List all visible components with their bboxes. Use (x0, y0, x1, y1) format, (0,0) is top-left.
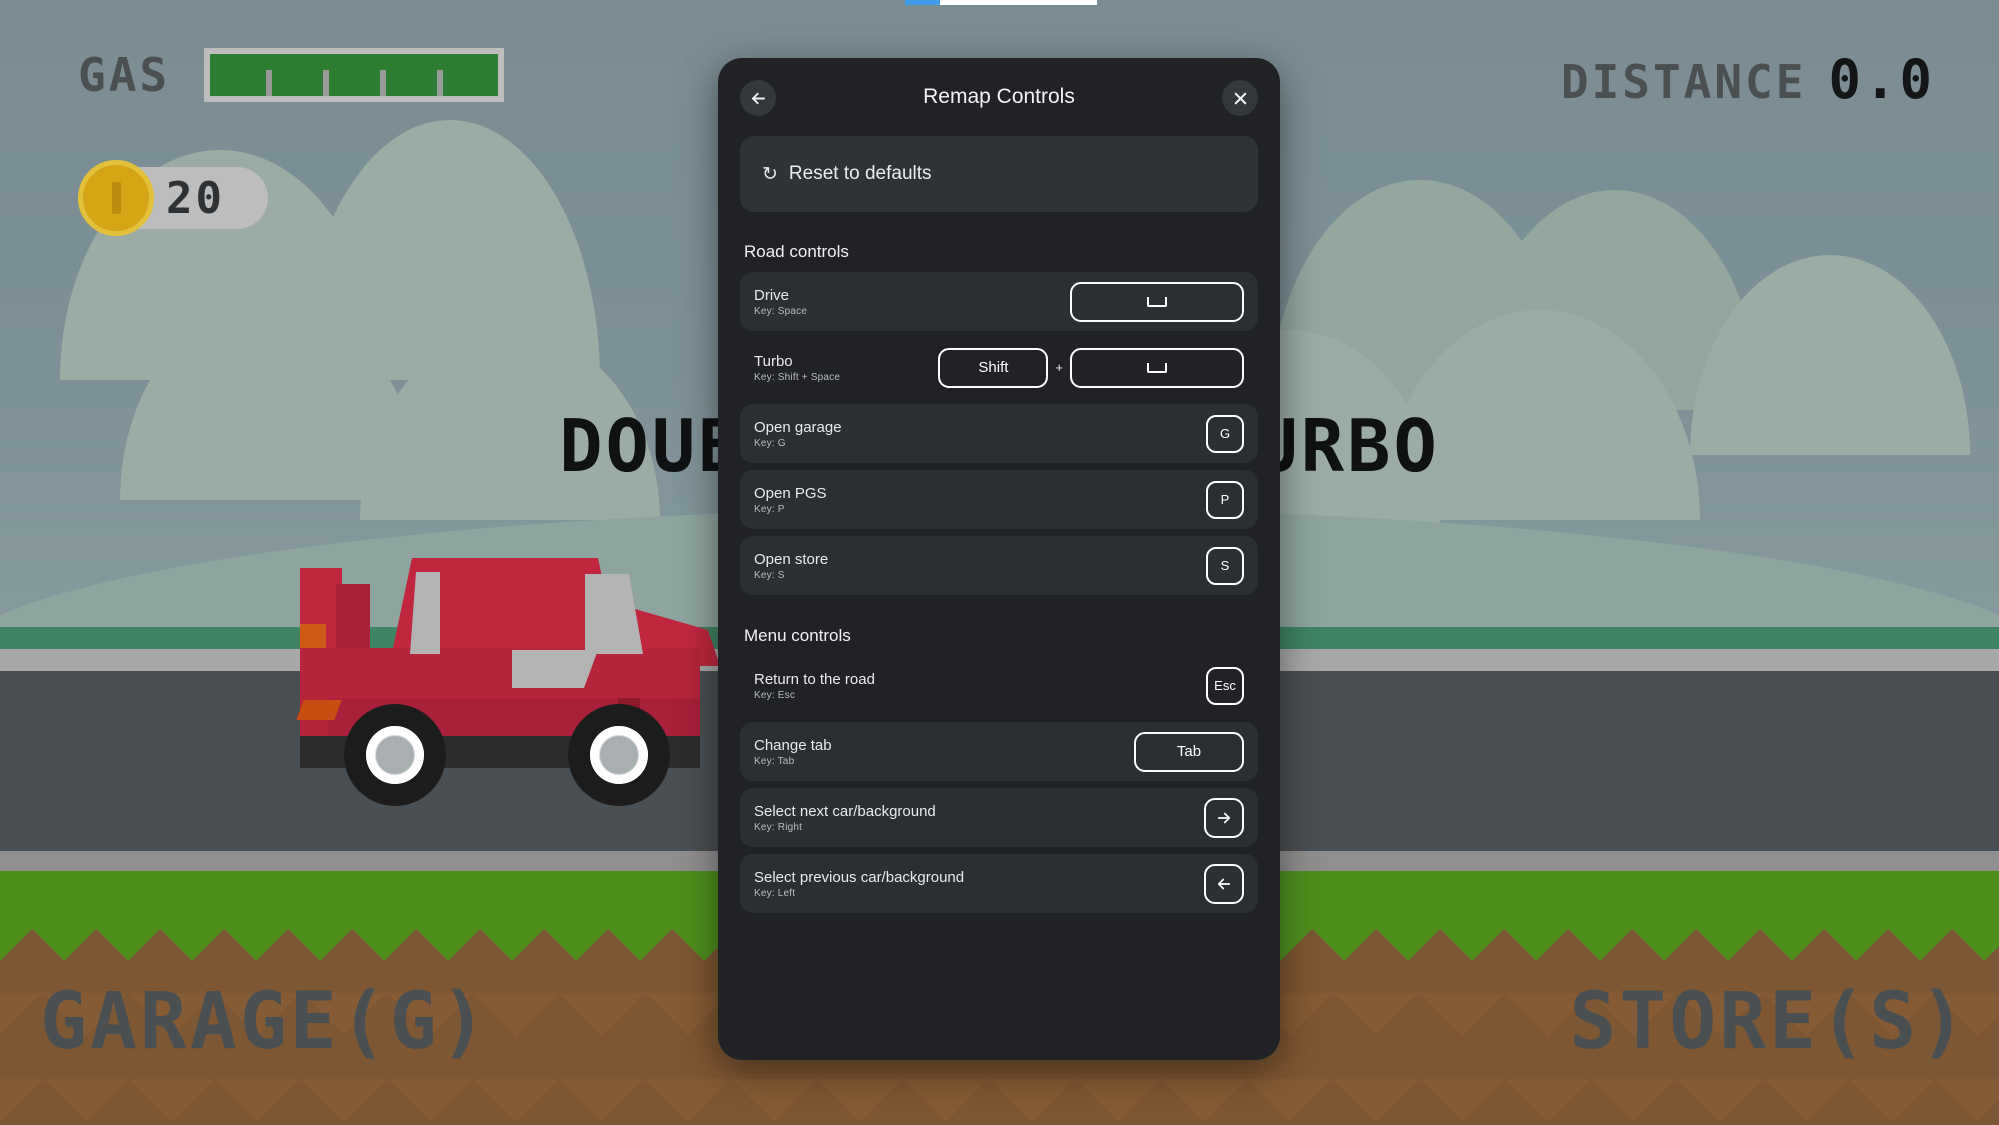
coin-hud: 20 (78, 160, 268, 236)
remap-controls-dialog: Remap Controls ↻ Reset to defaults Road … (718, 58, 1280, 1060)
control-row-keys (1204, 863, 1244, 904)
control-row-texts: Open PGS Key: P (754, 485, 827, 515)
control-row-keys (1070, 281, 1244, 322)
control-row-title: Select previous car/background (754, 868, 965, 886)
control-row[interactable]: Turbo Key: Shift + Space Shift + (740, 338, 1258, 397)
key-s[interactable]: S (1206, 546, 1244, 585)
dialog-body: ↻ Reset to defaults Road controls Drive Ke… (718, 136, 1280, 938)
control-row-title: Open garage (754, 418, 842, 436)
arrow-left-icon[interactable] (740, 80, 776, 116)
control-row-keys: P (1206, 480, 1244, 519)
control-row-keys: G (1206, 414, 1244, 453)
section-title: Road controls (744, 242, 849, 261)
control-row[interactable]: Select next car/background Key: Right (740, 788, 1258, 847)
gas-tick (266, 70, 273, 96)
dialog-title: Remap Controls (923, 85, 1075, 108)
page-load-progress-fill (905, 0, 940, 5)
gas-hud: GAS (78, 48, 505, 102)
control-sections: Road controls Drive Key: Space Turbo Key: Sh… (740, 242, 1258, 913)
car-taillight (300, 624, 326, 648)
control-row-title: Turbo (754, 352, 793, 370)
control-row-texts: Drive Key: Space (754, 287, 807, 317)
car-window-side (512, 650, 598, 688)
control-row-keys: Tab (1134, 731, 1244, 772)
control-row-title: Select next car/background (754, 802, 936, 820)
arrow-left-icon[interactable] (1204, 863, 1244, 904)
control-row[interactable]: Select previous car/background Key: Left (740, 854, 1258, 913)
gas-meter-fill (210, 54, 499, 96)
control-row[interactable]: Open PGS Key: P P (740, 470, 1258, 529)
control-row-texts: Select next car/background Key: Right (754, 803, 936, 833)
control-row-texts: Open garage Key: G (754, 419, 842, 449)
reset-to-defaults-button[interactable]: ↻ Reset to defaults (740, 136, 1258, 212)
control-row-key-hint: Key: P (754, 503, 785, 515)
control-row-key-hint: Key: Right (754, 821, 803, 833)
car-exhaust (296, 700, 342, 720)
control-row-title: Open PGS (754, 484, 827, 502)
key-spacebar[interactable] (1070, 281, 1244, 322)
key-shift[interactable]: Shift (938, 347, 1049, 388)
control-row-keys: Esc (1206, 666, 1244, 705)
player-car (296, 540, 720, 806)
reset-to-defaults-label: Reset to defaults (788, 163, 932, 184)
control-row-key-hint: Key: Left (754, 887, 796, 899)
control-row-key-hint: Key: Space (754, 305, 808, 317)
control-row[interactable]: Drive Key: Space (740, 272, 1258, 331)
gas-tick (380, 70, 387, 96)
gas-tick (323, 70, 330, 96)
car-wheel-front (568, 704, 670, 806)
control-row-texts: Turbo Key: Shift + Space (754, 353, 840, 383)
page-load-progress-bar (905, 0, 1097, 5)
control-row-title: Change tab (754, 736, 832, 754)
control-row-title: Drive (754, 286, 790, 304)
gas-meter (204, 48, 505, 102)
control-row[interactable]: Open garage Key: G G (740, 404, 1258, 463)
distance-value: 0.0 (1828, 48, 1935, 111)
key-g[interactable]: G (1206, 414, 1244, 453)
distance-hud: DISTANCE 0.0 (1561, 48, 1935, 111)
control-row[interactable]: Return to the road Key: Esc Esc (740, 656, 1258, 715)
dialog-header: Remap Controls (718, 58, 1280, 136)
control-row-keys: Shift + (938, 347, 1244, 388)
spacebar-icon (1147, 362, 1167, 373)
key-p[interactable]: P (1206, 480, 1244, 519)
control-row-title: Return to the road (754, 670, 875, 688)
arrow-right-icon[interactable] (1204, 797, 1244, 838)
coin-icon (78, 160, 154, 236)
key-tab[interactable]: Tab (1134, 731, 1244, 772)
control-row-keys (1204, 797, 1244, 838)
key-combo-plus: + (1055, 360, 1063, 375)
key-esc[interactable]: Esc (1206, 666, 1244, 705)
control-row-texts: Return to the road Key: Esc (754, 671, 875, 701)
control-row-keys: S (1206, 546, 1244, 585)
spacebar-icon (1147, 296, 1167, 307)
key-spacebar[interactable] (1070, 347, 1244, 388)
control-row-title: Open store (754, 550, 829, 568)
control-row-texts: Change tab Key: Tab (754, 737, 832, 767)
store-label[interactable]: STORE(S) (1569, 977, 1969, 1067)
control-row-key-hint: Key: Shift + Space (754, 371, 841, 383)
garage-label[interactable]: GARAGE(G) (40, 977, 490, 1067)
close-icon[interactable] (1222, 80, 1258, 116)
control-row[interactable]: Open store Key: S S (740, 536, 1258, 595)
control-row-texts: Open store Key: S (754, 551, 828, 581)
section-title: Menu controls (744, 626, 851, 645)
control-row-key-hint: Key: S (754, 569, 785, 581)
control-row-key-hint: Key: Tab (754, 755, 795, 767)
car-wheel-rear (344, 704, 446, 806)
gas-label: GAS (78, 48, 171, 102)
distance-label: DISTANCE (1560, 55, 1807, 109)
control-row-key-hint: Key: Esc (754, 689, 796, 701)
control-row-key-hint: Key: G (754, 437, 786, 449)
refresh-icon: ↻ (762, 163, 778, 185)
car-window-front (585, 574, 643, 654)
gas-tick (437, 70, 444, 96)
control-row-texts: Select previous car/background Key: Left (754, 869, 964, 899)
control-row[interactable]: Change tab Key: Tab Tab (740, 722, 1258, 781)
